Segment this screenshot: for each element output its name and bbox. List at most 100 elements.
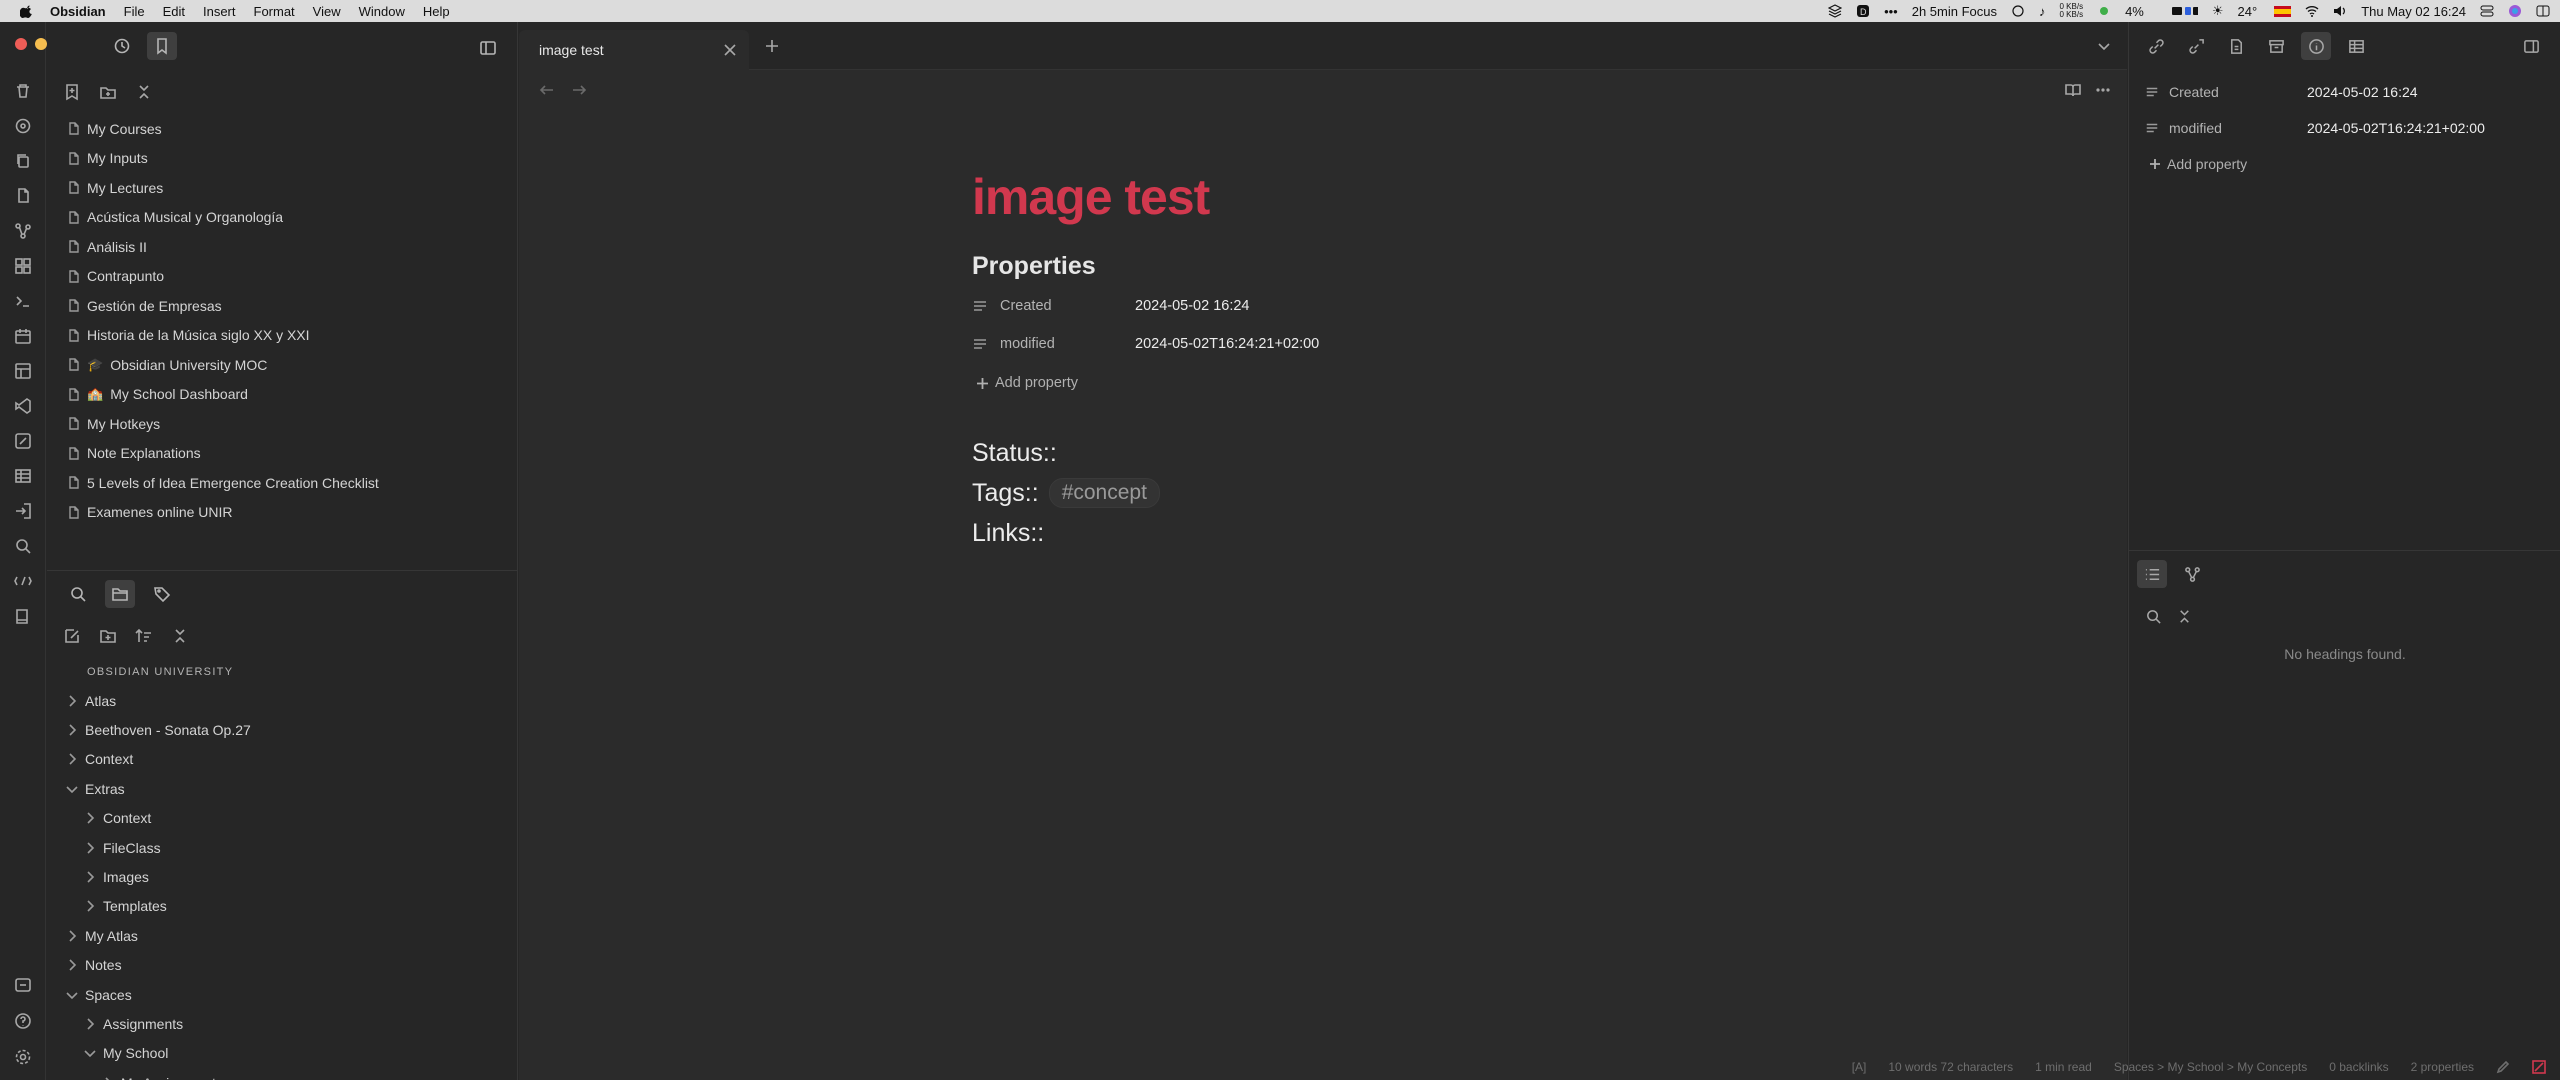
property-key[interactable]: Created <box>1000 298 1135 314</box>
folder-item[interactable]: Context <box>47 745 518 774</box>
graph-view-icon[interactable] <box>14 222 32 240</box>
music-note-icon[interactable]: ♪ <box>2039 4 2046 19</box>
trash-icon[interactable] <box>14 82 32 100</box>
bookmark-item[interactable]: 5 Levels of Idea Emergence Creation Chec… <box>67 468 517 498</box>
menu-file[interactable]: File <box>124 4 145 19</box>
weather-icon[interactable]: ☀ <box>2212 3 2224 19</box>
add-property-button[interactable]: Add property <box>972 363 1672 403</box>
siri-icon[interactable] <box>2508 4 2522 18</box>
regex-icon[interactable] <box>14 572 32 590</box>
outgoing-links-tab[interactable] <box>2181 32 2211 60</box>
sort-icon[interactable] <box>135 627 153 645</box>
bookmark-item[interactable]: Acústica Musical y Organología <box>67 203 517 233</box>
search-icon[interactable] <box>2145 608 2162 625</box>
bookmark-item[interactable]: 🎓 Obsidian University MOC <box>67 350 517 380</box>
table-icon[interactable] <box>14 467 32 485</box>
add-bookmark-icon[interactable] <box>63 83 81 101</box>
folder-item[interactable]: Beethoven - Sonata Op.27 <box>47 715 518 744</box>
local-graph-tab[interactable] <box>2177 560 2207 588</box>
tab-image-test[interactable]: image test <box>519 30 749 70</box>
menu-view[interactable]: View <box>313 4 341 19</box>
bookmark-item[interactable]: My Courses <box>67 114 517 144</box>
backlinks-tab[interactable] <box>2141 32 2171 60</box>
clock-circle-icon[interactable] <box>14 117 32 135</box>
terminal-icon[interactable] <box>14 292 32 310</box>
folder-item[interactable]: My Assignments <box>47 1068 518 1080</box>
tags-tab[interactable] <box>147 580 177 608</box>
folder-item[interactable]: My School <box>47 1039 518 1068</box>
wifi-icon[interactable] <box>2305 4 2319 18</box>
new-folder-icon[interactable] <box>99 627 117 645</box>
menu-window[interactable]: Window <box>359 4 405 19</box>
weather-temp[interactable]: 24° <box>2238 4 2258 19</box>
files-icon[interactable] <box>14 187 32 205</box>
bookmark-item[interactable]: Note Explanations <box>67 439 517 469</box>
battery-icon[interactable] <box>2158 4 2198 18</box>
rs-add-property-button[interactable]: Add property <box>2129 146 2560 182</box>
edit-pencil-icon[interactable] <box>2496 1060 2510 1074</box>
layers-icon[interactable] <box>1828 4 1843 18</box>
links-field[interactable]: Links:: <box>972 513 1672 553</box>
bookmark-item[interactable]: My Lectures <box>67 173 517 203</box>
backlink-count[interactable]: 0 backlinks <box>2329 1060 2388 1074</box>
vscode-icon[interactable] <box>14 397 32 415</box>
grid-icon[interactable] <box>14 257 32 275</box>
tag-pane-tab[interactable] <box>2221 32 2251 60</box>
d-app-icon[interactable]: D <box>1856 4 1870 18</box>
vault-switch-icon[interactable] <box>14 976 32 994</box>
menu-help[interactable]: Help <box>423 4 450 19</box>
volume-icon[interactable] <box>2333 4 2347 18</box>
status-field[interactable]: Status:: <box>972 433 1672 473</box>
breadcrumb-path[interactable]: Spaces > My School > My Concepts <box>2114 1060 2307 1074</box>
archive-tab[interactable] <box>2261 32 2291 60</box>
arrow-right-icon[interactable] <box>571 82 587 98</box>
tags-field[interactable]: Tags:: #concept <box>972 473 1672 513</box>
properties-heading[interactable]: Properties <box>972 252 1672 281</box>
reading-view-icon[interactable] <box>2065 82 2081 98</box>
apple-icon[interactable] <box>20 4 34 18</box>
menubar-clock[interactable]: Thu May 02 16:24 <box>2361 4 2466 19</box>
bookmark-item[interactable]: My Inputs <box>67 144 517 174</box>
table-view-tab[interactable] <box>2341 32 2371 60</box>
rs-property-row[interactable]: Created 2024-05-02 16:24 <box>2145 74 2560 110</box>
bookmark-item[interactable]: Análisis II <box>67 232 517 262</box>
folder-item[interactable]: Spaces <box>47 980 518 1009</box>
folder-item[interactable]: Atlas <box>47 686 518 715</box>
new-tab-button[interactable] <box>765 39 779 56</box>
spain-flag-icon[interactable] <box>2271 4 2292 18</box>
help-icon[interactable] <box>14 1012 32 1030</box>
rs-property-key[interactable]: modified <box>2169 120 2307 136</box>
note-title[interactable]: image test <box>972 168 1672 226</box>
folder-item[interactable]: Extras <box>47 774 518 803</box>
bookmarks-tab[interactable] <box>147 32 177 60</box>
property-row[interactable]: Created 2024-05-02 16:24 <box>972 287 1672 325</box>
menu-insert[interactable]: Insert <box>203 4 236 19</box>
folder-item[interactable]: Context <box>47 804 518 833</box>
property-row[interactable]: modified 2024-05-02T16:24:21+02:00 <box>972 325 1672 363</box>
bookmark-item[interactable]: Historia de la Música siglo XX y XXI <box>67 321 517 351</box>
status-mode[interactable]: [A] <box>1852 1060 1867 1074</box>
notification-center-icon[interactable] <box>2536 4 2550 18</box>
folder-item[interactable]: Notes <box>47 951 518 980</box>
sync-error-icon[interactable] <box>2532 1060 2546 1074</box>
copy-icon[interactable] <box>14 152 32 170</box>
circle-icon[interactable] <box>2011 4 2025 18</box>
folder-item[interactable]: Images <box>47 862 518 891</box>
rs-property-key[interactable]: Created <box>2169 84 2307 100</box>
collapse-all-icon[interactable] <box>135 83 153 101</box>
rs-property-value[interactable]: 2024-05-02 16:24 <box>2307 84 2418 100</box>
folder-item[interactable]: My Atlas <box>47 921 518 950</box>
folder-item[interactable]: Assignments <box>47 1009 518 1038</box>
bookmark-item[interactable]: Contrapunto <box>67 262 517 292</box>
folder-item[interactable]: Templates <box>47 892 518 921</box>
close-window-button[interactable] <box>15 38 27 50</box>
property-key[interactable]: modified <box>1000 336 1135 352</box>
more-options-icon[interactable] <box>2095 82 2111 98</box>
search-tab[interactable] <box>63 580 93 608</box>
new-bookmark-group-icon[interactable] <box>99 83 117 101</box>
import-icon[interactable] <box>14 502 32 520</box>
book-icon[interactable] <box>14 607 32 625</box>
menu-edit[interactable]: Edit <box>163 4 185 19</box>
collapse-left-sidebar-button[interactable] <box>473 34 503 62</box>
property-value[interactable]: 2024-05-02T16:24:21+02:00 <box>1135 336 1319 352</box>
